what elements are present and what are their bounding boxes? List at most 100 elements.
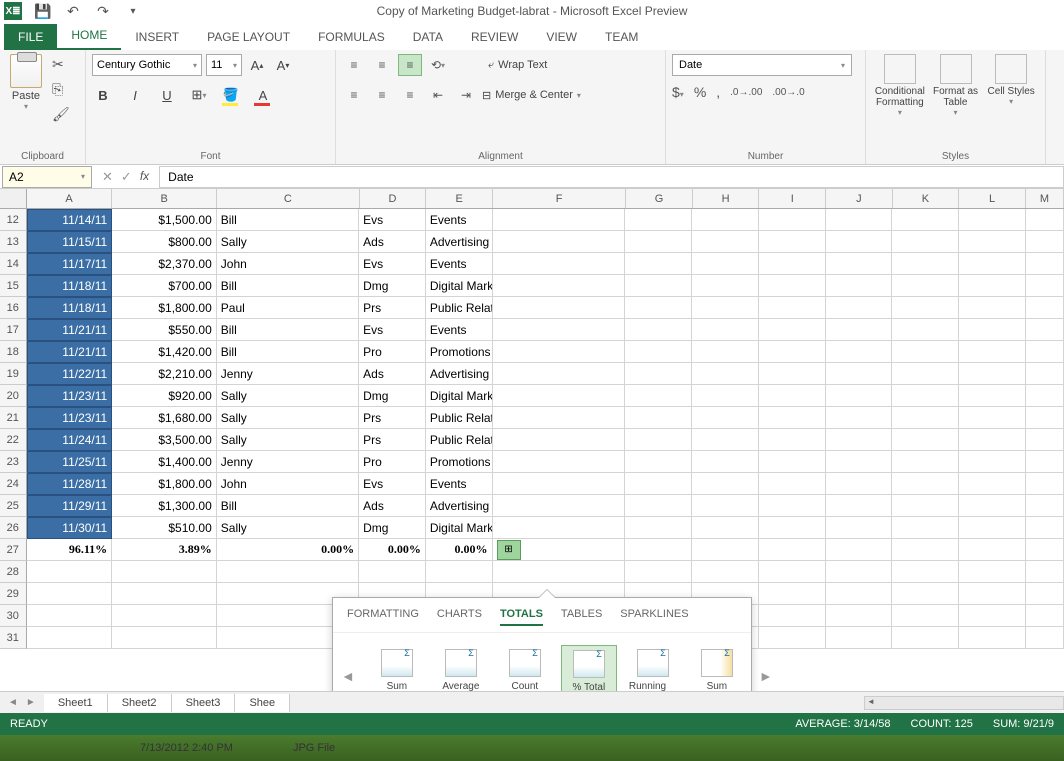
cell[interactable] bbox=[759, 363, 826, 385]
column-header-l[interactable]: L bbox=[959, 189, 1026, 208]
cell[interactable] bbox=[692, 385, 759, 407]
cell[interactable] bbox=[625, 231, 692, 253]
fill-color-button[interactable]: 🪣 bbox=[220, 84, 242, 106]
cell[interactable] bbox=[892, 297, 959, 319]
cell[interactable] bbox=[692, 341, 759, 363]
align-center-icon[interactable]: ≡ bbox=[370, 84, 394, 106]
cell[interactable] bbox=[759, 605, 826, 627]
cell[interactable] bbox=[959, 275, 1026, 297]
row-header[interactable]: 30 bbox=[0, 605, 27, 627]
cell[interactable]: $1,400.00 bbox=[112, 451, 217, 473]
cell[interactable] bbox=[759, 495, 826, 517]
cell[interactable] bbox=[1026, 473, 1064, 495]
cell[interactable]: Public Relations bbox=[426, 429, 493, 451]
cell[interactable] bbox=[692, 231, 759, 253]
cell[interactable] bbox=[826, 231, 893, 253]
cell[interactable] bbox=[759, 451, 826, 473]
cell[interactable]: Bill bbox=[217, 495, 359, 517]
paste-button[interactable]: Paste ▾ bbox=[6, 54, 46, 111]
cell[interactable] bbox=[759, 473, 826, 495]
cell[interactable]: Bill bbox=[217, 319, 359, 341]
fx-icon[interactable]: fx bbox=[140, 169, 149, 185]
column-header-h[interactable]: H bbox=[693, 189, 760, 208]
align-bottom-icon[interactable]: ≡ bbox=[398, 54, 422, 76]
cell[interactable] bbox=[493, 231, 626, 253]
cell[interactable]: Events bbox=[426, 253, 493, 275]
cell[interactable]: Prs bbox=[359, 407, 426, 429]
cell[interactable] bbox=[892, 407, 959, 429]
cell[interactable] bbox=[625, 209, 692, 231]
row-header[interactable]: 22 bbox=[0, 429, 27, 451]
excel-logo-icon[interactable]: X≣ bbox=[4, 2, 22, 20]
cell[interactable]: 11/15/11 bbox=[27, 231, 113, 253]
cell[interactable] bbox=[959, 517, 1026, 539]
cell[interactable]: Dmg bbox=[359, 517, 426, 539]
cell[interactable]: Jenny bbox=[217, 363, 359, 385]
row-header[interactable]: 15 bbox=[0, 275, 27, 297]
cell[interactable]: 11/17/11 bbox=[27, 253, 113, 275]
cell[interactable]: 11/21/11 bbox=[27, 319, 113, 341]
align-middle-icon[interactable]: ≡ bbox=[370, 54, 394, 76]
cell[interactable] bbox=[826, 297, 893, 319]
cell[interactable] bbox=[959, 561, 1026, 583]
cell[interactable] bbox=[959, 473, 1026, 495]
cell[interactable] bbox=[692, 363, 759, 385]
number-format-select[interactable]: Date▾ bbox=[672, 54, 852, 76]
cell[interactable] bbox=[759, 539, 826, 561]
cell[interactable] bbox=[959, 253, 1026, 275]
bold-button[interactable]: B bbox=[92, 84, 114, 106]
cell[interactable] bbox=[1026, 429, 1064, 451]
cell[interactable]: 11/23/11 bbox=[27, 385, 113, 407]
cell[interactable]: Public Relations bbox=[426, 297, 493, 319]
cell[interactable]: $550.00 bbox=[112, 319, 217, 341]
cell[interactable]: Promotions bbox=[426, 451, 493, 473]
cell[interactable] bbox=[1026, 231, 1064, 253]
cell[interactable]: Events bbox=[426, 473, 493, 495]
cell[interactable]: 11/14/11 bbox=[27, 209, 113, 231]
cell[interactable] bbox=[112, 605, 217, 627]
cell[interactable]: Advertising bbox=[426, 495, 493, 517]
undo-icon[interactable]: ↶ bbox=[64, 2, 82, 20]
currency-icon[interactable]: $▾ bbox=[672, 84, 684, 100]
cell[interactable] bbox=[892, 363, 959, 385]
cell[interactable]: $2,210.00 bbox=[112, 363, 217, 385]
qa-tab-totals[interactable]: TOTALS bbox=[500, 608, 543, 626]
column-header-j[interactable]: J bbox=[826, 189, 893, 208]
cell[interactable] bbox=[625, 319, 692, 341]
borders-button[interactable]: ⊞▾ bbox=[188, 84, 210, 106]
cell[interactable] bbox=[892, 341, 959, 363]
cell[interactable]: 11/18/11 bbox=[27, 275, 113, 297]
cell[interactable]: Evs bbox=[359, 473, 426, 495]
cell[interactable] bbox=[625, 517, 692, 539]
cell[interactable]: Events bbox=[426, 319, 493, 341]
cell[interactable] bbox=[959, 539, 1026, 561]
cell[interactable] bbox=[625, 253, 692, 275]
column-header-d[interactable]: D bbox=[360, 189, 427, 208]
cell[interactable]: Ads bbox=[359, 495, 426, 517]
cell[interactable] bbox=[27, 561, 113, 583]
cell[interactable] bbox=[892, 583, 959, 605]
font-size-select[interactable]: 11▾ bbox=[206, 54, 242, 76]
format-as-table-button[interactable]: Format as Table▾ bbox=[928, 54, 984, 117]
cell[interactable] bbox=[959, 495, 1026, 517]
cell[interactable]: 3.89% bbox=[112, 539, 217, 561]
conditional-formatting-button[interactable]: Conditional Formatting▾ bbox=[872, 54, 928, 117]
cell[interactable] bbox=[759, 209, 826, 231]
cell[interactable] bbox=[959, 209, 1026, 231]
cell[interactable]: $3,500.00 bbox=[112, 429, 217, 451]
cell[interactable] bbox=[692, 561, 759, 583]
copy-icon[interactable]: ⎘ bbox=[52, 81, 70, 98]
cell[interactable] bbox=[625, 275, 692, 297]
cell[interactable] bbox=[959, 341, 1026, 363]
select-all-corner[interactable] bbox=[0, 189, 27, 208]
cell[interactable] bbox=[959, 605, 1026, 627]
cell[interactable]: 0.00% bbox=[426, 539, 493, 561]
cell[interactable] bbox=[892, 385, 959, 407]
cell-styles-button[interactable]: Cell Styles▾ bbox=[983, 54, 1039, 106]
cell[interactable] bbox=[959, 627, 1026, 649]
cell[interactable] bbox=[625, 495, 692, 517]
row-header[interactable]: 26 bbox=[0, 517, 27, 539]
decrease-indent-icon[interactable]: ⇤ bbox=[426, 84, 450, 106]
ribbon-tab-formulas[interactable]: FORMULAS bbox=[304, 24, 399, 50]
increase-decimal-icon[interactable]: .0→.00 bbox=[730, 87, 762, 98]
